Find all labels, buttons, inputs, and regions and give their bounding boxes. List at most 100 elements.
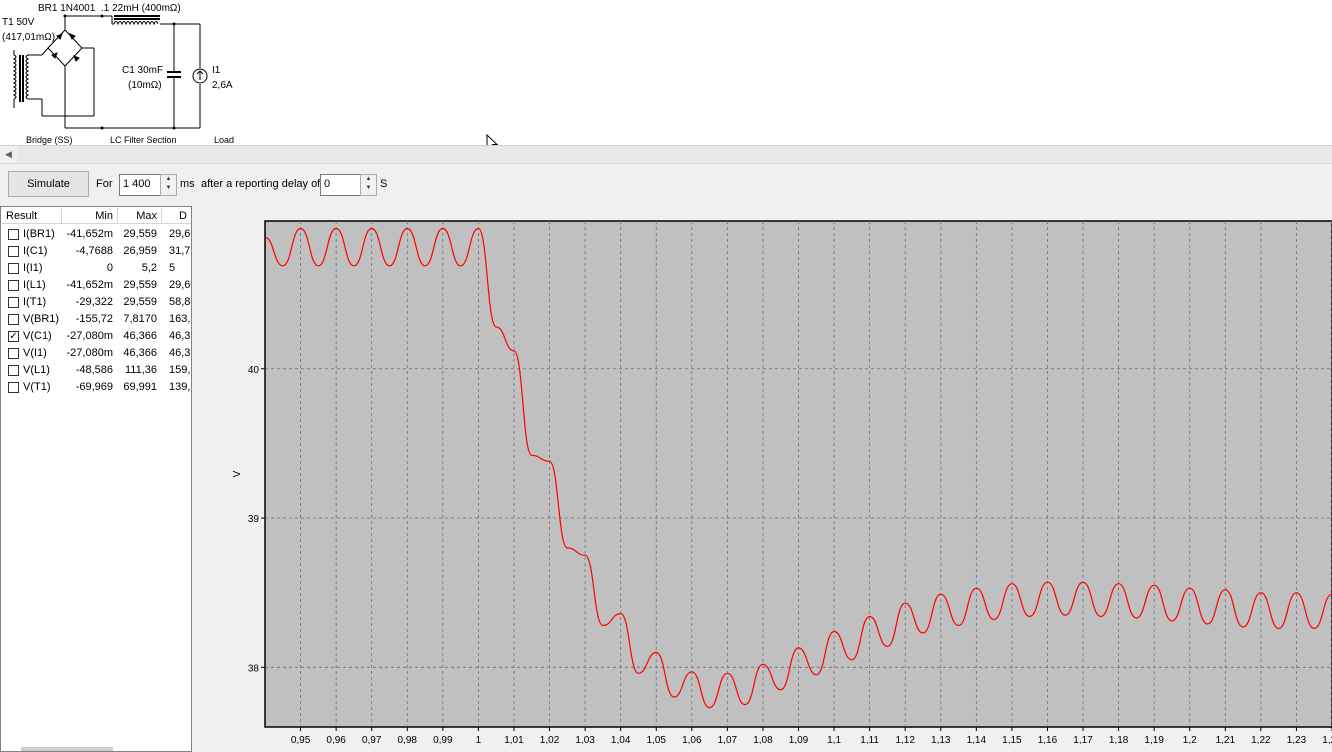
result-max: 46,366 [123,347,157,359]
x-tick-label: 1,12 [895,735,915,746]
result-max: 29,559 [123,228,157,240]
results-list[interactable]: Result Min Max D I(BR1) -41,652m 29,559 29,… [0,206,192,752]
x-tick-label: 1,14 [967,735,987,746]
checkbox-icon[interactable] [8,314,19,325]
duration-spinner[interactable]: ▲ ▼ [160,174,177,196]
result-d: 29,60 [169,228,191,240]
chart-pane: 0,95 0,96 0,97 0,98 0,99 1 1,01 1,02 1,03 1,04 1,0… [193,206,1332,752]
result-min: -48,586 [75,364,113,376]
result-name: V(I1) [23,347,47,359]
result-name: I(T1) [23,296,47,308]
checkbox-icon[interactable] [8,246,19,257]
x-tick-label: 1,13 [931,735,951,746]
x-tick-label: 0,95 [291,735,311,746]
transformer-t1-symbol[interactable] [12,50,42,108]
result-row-it1[interactable]: I(T1) -29,322 29,559 58,88 [1,294,191,311]
voltage-chart[interactable]: 0,95 0,96 0,97 0,98 0,99 1 1,01 1,02 1,03 1,04 1,0… [193,206,1332,752]
column-header-min[interactable]: Min [62,208,118,224]
x-tick-label: 1,18 [1109,735,1129,746]
x-tick-label: 1,1 [827,735,841,746]
result-min: -155,72 [75,313,113,325]
inductor-l1-symbol[interactable] [111,15,200,26]
simulate-button[interactable]: Simulate [8,171,89,197]
result-row-ic1[interactable]: I(C1) -4,7688 26,959 31,72 [1,243,191,260]
x-tick-label: 0,98 [398,735,418,746]
y-tick-label: 40 [248,365,260,376]
delay-spinner[interactable]: ▲ ▼ [360,174,377,196]
column-header-result[interactable]: Result [2,208,62,224]
result-max: 7,8170 [123,313,157,325]
result-d: 31,72 [169,245,191,257]
result-max: 29,559 [123,279,157,291]
spin-down-icon[interactable]: ▼ [161,184,176,193]
column-header-d[interactable]: D [162,208,191,224]
result-name: V(C1) [23,330,52,342]
duration-field[interactable] [119,174,162,196]
x-tick-label: 1,19 [1144,735,1164,746]
x-tick-label: 1,15 [1002,735,1022,746]
x-tick-label: 1,06 [682,735,702,746]
x-tick-label: 1,08 [753,735,773,746]
x-tick-label: 1,24 [1322,735,1332,746]
result-min: -4,7688 [75,245,113,257]
result-min: -41,652m [66,228,113,240]
result-row-ii1[interactable]: I(I1) 0 5,2 5 [1,260,191,277]
i1-name: I1 [212,65,221,76]
result-name: V(T1) [23,381,51,393]
x-tick-label: 1,03 [575,735,595,746]
checkbox-icon[interactable]: ✓ [8,331,19,342]
list-scroll-thumb[interactable] [21,747,113,751]
i1-value: 2,6A [212,80,233,91]
y-tick-label: 39 [248,514,260,525]
spin-up-icon[interactable]: ▲ [161,175,176,184]
result-d: 163,5 [169,313,191,325]
result-name: I(BR1) [23,228,55,240]
result-min: 0 [106,262,113,274]
result-row-vt1[interactable]: V(T1) -69,969 69,991 139,9 [1,379,191,396]
x-tick-label: 1,16 [1038,735,1058,746]
delay-input[interactable] [321,175,361,193]
result-name: V(L1) [23,364,50,376]
c1-esr: (10mΩ) [128,80,162,91]
checkbox-icon[interactable] [8,229,19,240]
result-row-vl1[interactable]: V(L1) -48,586 111,36 159,9 [1,362,191,379]
scrollbar-track[interactable] [17,146,1332,162]
checkbox-icon[interactable] [8,365,19,376]
schematic-horizontal-scrollbar[interactable]: ◀ [0,145,1332,163]
result-d: 46,39 [169,347,191,359]
simulation-toolbar: Simulate For ▲ ▼ ms after a reporting de… [0,163,1332,206]
result-row-il1[interactable]: I(L1) -41,652m 29,559 29,60 [1,277,191,294]
checkbox-icon[interactable] [8,297,19,308]
result-max: 69,991 [123,381,157,393]
br1-label: BR1 1N4001 [38,3,96,14]
result-row-vbr1[interactable]: V(BR1) -155,72 7,8170 163,5 [1,311,191,328]
delay-field[interactable] [320,174,362,196]
x-tick-label: 0,96 [326,735,346,746]
spin-down-icon[interactable]: ▼ [361,184,376,193]
duration-input[interactable] [120,175,161,193]
scroll-left-arrow-icon[interactable]: ◀ [0,146,17,162]
result-min: -41,652m [66,279,113,291]
current-source-i1-symbol[interactable] [192,24,208,128]
chart-svg: 0,95 0,96 0,97 0,98 0,99 1 1,01 1,02 1,03 1,04 1,0… [232,220,1332,746]
capacitor-c1-symbol[interactable] [167,24,181,128]
checkbox-icon[interactable] [8,382,19,393]
x-tick-label: 1,01 [504,735,524,746]
ms-label: ms [180,178,195,190]
spin-up-icon[interactable]: ▲ [361,175,376,184]
schematic-canvas[interactable]: BR1 1N4001 .1 22mH (400mΩ) T1 50V (417,0… [0,0,1332,145]
checkbox-icon[interactable] [8,263,19,274]
checkbox-icon[interactable] [8,348,19,359]
for-label: For [96,178,113,190]
x-tick-label: 1,09 [789,735,809,746]
result-min: -69,969 [75,381,113,393]
result-row-ibr1[interactable]: I(BR1) -41,652m 29,559 29,60 [1,226,191,243]
column-header-max[interactable]: Max [118,208,162,224]
x-tick-label: 1,05 [646,735,666,746]
result-row-vi1[interactable]: V(I1) -27,080m 46,366 46,39 [1,345,191,362]
checkbox-icon[interactable] [8,280,19,291]
section-bridge-label: Bridge (SS) [26,135,73,145]
result-d: 139,9 [169,381,191,393]
result-max: 5,2 [141,262,157,274]
result-row-vc1[interactable]: ✓ V(C1) -27,080m 46,366 46,39 [1,328,191,345]
